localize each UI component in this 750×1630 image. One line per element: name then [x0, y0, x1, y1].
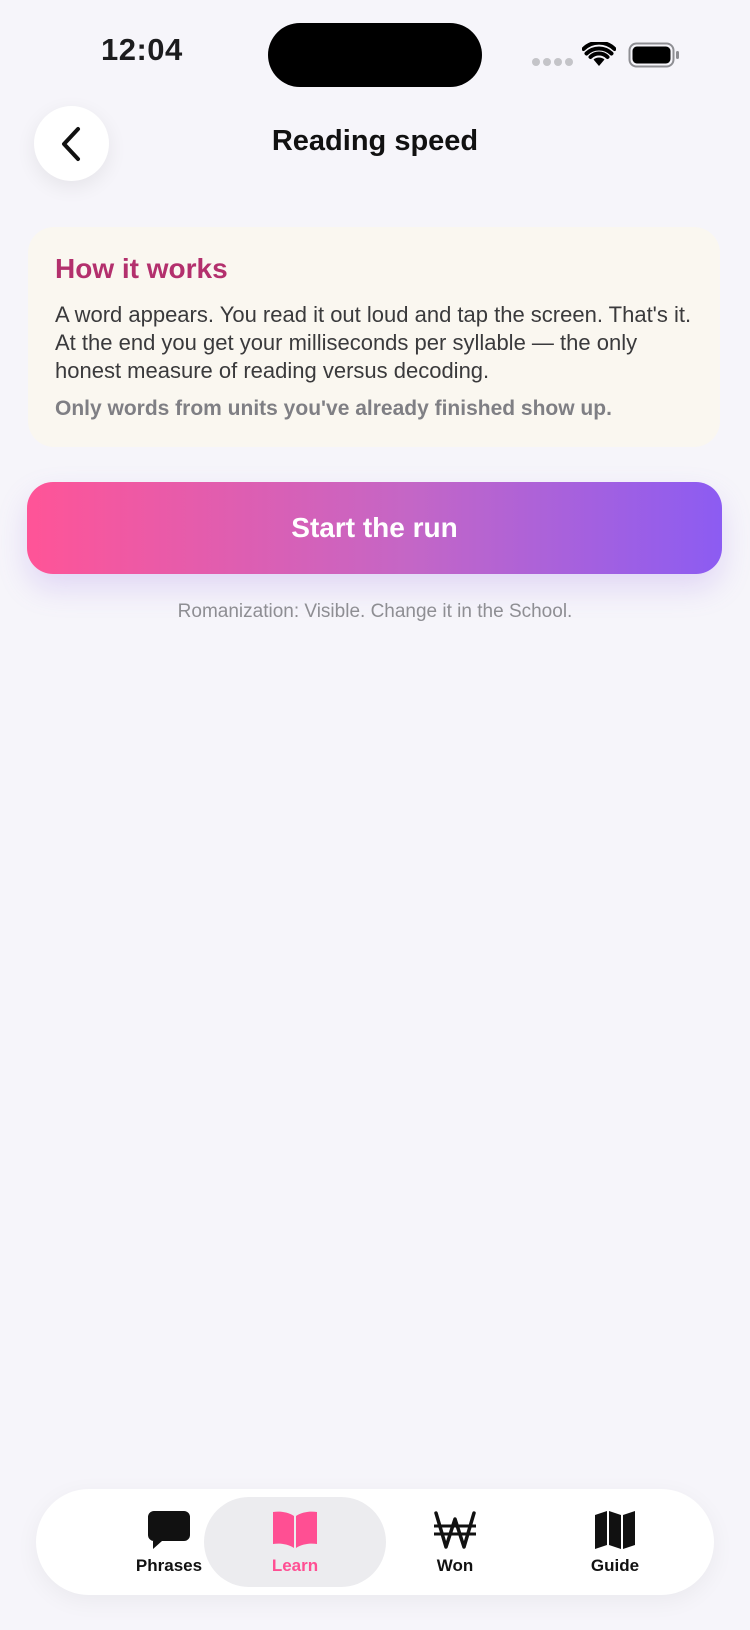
- won-currency-icon: [434, 1511, 476, 1549]
- battery-icon: [628, 42, 679, 68]
- romanization-note: Romanization: Visible. Change it in the …: [177, 601, 573, 622]
- tab-label: Guide: [590, 1556, 640, 1575]
- dynamic-island: [268, 23, 482, 87]
- info-card-note: Only words from units you've already fin…: [55, 397, 612, 420]
- wifi-icon: [582, 42, 616, 66]
- info-card-body: A word appears. You read it out loud and…: [55, 302, 692, 383]
- page-title: Reading speed: [271, 125, 479, 157]
- book-icon: [273, 1511, 317, 1548]
- speech-bubble-icon: [148, 1511, 190, 1549]
- status-time: 12:04: [101, 32, 183, 67]
- tab-label: Won: [436, 1556, 474, 1575]
- start-run-button[interactable]: Start the run: [27, 482, 722, 574]
- tab-bar: Phrases Learn Won Guide: [36, 1489, 714, 1595]
- tab-label: Learn: [271, 1556, 319, 1575]
- tab-label: Phrases: [135, 1556, 203, 1575]
- map-icon: [595, 1511, 635, 1549]
- info-card-heading: How it works: [55, 253, 228, 284]
- how-it-works-card: How it works A word appears. You read it…: [28, 227, 720, 447]
- tab-guide[interactable]: Guide: [524, 1497, 706, 1587]
- tab-learn[interactable]: Learn: [204, 1497, 386, 1587]
- tab-won[interactable]: Won: [364, 1497, 546, 1587]
